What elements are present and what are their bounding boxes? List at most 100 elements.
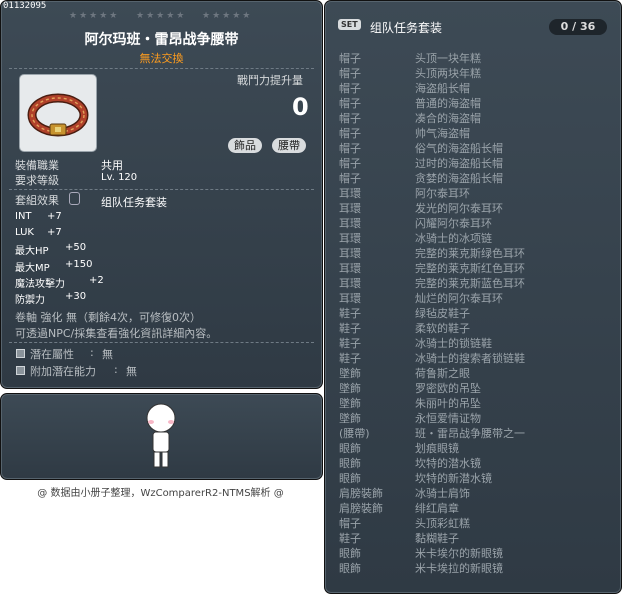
set-item-type: 帽子 (339, 142, 361, 155)
set-item-row: 眼飾 米卡埃拉的新眼镜 (339, 560, 609, 575)
set-item-name: 冰骑士的锁链鞋 (415, 337, 492, 350)
set-item-name: 贪婪的海盗船长帽 (415, 172, 503, 185)
star-group-3: ★★★★★ (202, 11, 253, 21)
job-value: 共用 (101, 159, 123, 172)
set-item-type: 眼飾 (339, 547, 361, 560)
set-item-name: 海盗船长帽 (415, 82, 470, 95)
additional-potential-value: 無 (126, 365, 137, 378)
set-item-row: 鞋子 柔软的鞋子 (339, 320, 609, 335)
enhance-hint: 可透過NPC/採集查看強化資訊詳細內容。 (15, 327, 218, 340)
set-item-name: 闪耀阿尔泰耳环 (415, 217, 492, 230)
set-item-type: 鞋子 (339, 352, 361, 365)
set-item-type: 耳環 (339, 247, 361, 260)
power-value: 0 (292, 93, 309, 121)
set-item-name: 绿毡皮鞋子 (415, 307, 470, 320)
potential-label: 潛在屬性 (30, 348, 74, 361)
set-item-name: 罗密欧的吊坠 (415, 382, 481, 395)
set-item-name: 冰骑士的搜索者锁链鞋 (415, 352, 525, 365)
set-item-type: 眼飾 (339, 562, 361, 575)
set-item-name: 完整的莱克斯蓝色耳环 (415, 277, 525, 290)
trade-status: 無法交換 (139, 52, 184, 65)
set-item-type: 耳環 (339, 232, 361, 245)
set-item-row: 肩膀裝飾 冰骑士肩饰 (339, 485, 609, 500)
set-item-type: 耳環 (339, 217, 361, 230)
set-badge: SET (338, 19, 361, 30)
set-item-type: 耳環 (339, 202, 361, 215)
set-item-row: 耳環 灿烂的阿尔泰耳环 (339, 290, 609, 305)
character-avatar (146, 403, 176, 468)
set-item-name: 头顶两块年糕 (415, 67, 481, 80)
item-tooltip-panel: 01132095 ★★★★★ ★★★★★ ★★★★★ 阿尔玛班・雷昂战争腰带 無… (0, 0, 323, 389)
set-item-row: 帽子 头顶一块年糕 (339, 50, 609, 65)
set-item-name: 完整的莱克斯红色耳环 (415, 262, 525, 275)
belt-icon (27, 93, 89, 137)
set-item-name: 朱丽叶的吊坠 (415, 397, 481, 410)
set-item-type: 墜飾 (339, 367, 361, 380)
set-item-row: 墜飾 荷鲁斯之眼 (339, 365, 609, 380)
set-item-row: 墜飾 永恒爱情证物 (339, 410, 609, 425)
set-list-panel: SET 组队任务套装 0 / 36 帽子 头顶一块年糕 帽子 头顶两块年糕 帽子 海盗船长… (324, 0, 622, 594)
set-item-name: 柔软的鞋子 (415, 322, 470, 335)
set-item-row: 帽子 普通的海盗帽 (339, 95, 609, 110)
footer-credit: @ 数据由小册子整理，WzComparerR2-NTMS解析 @ (37, 488, 284, 499)
set-item-name: 坎特的新潜水镜 (415, 472, 492, 485)
stat-value: +150 (65, 259, 93, 270)
set-item-type: 帽子 (339, 112, 361, 125)
stat-name: INT (15, 211, 32, 222)
stat-name: 最大HP (15, 246, 49, 257)
additional-potential-icon (16, 366, 25, 375)
set-item-type: 耳環 (339, 277, 361, 290)
set-item-row: 鞋子 黏糊鞋子 (339, 530, 609, 545)
set-item-row: 耳環 阿尔泰耳环 (339, 185, 609, 200)
set-item-name: 绯红肩章 (415, 502, 459, 515)
set-item-row: 耳環 闪耀阿尔泰耳环 (339, 215, 609, 230)
potential-icon (16, 349, 25, 358)
set-item-name: 凑合的海盗帽 (415, 112, 481, 125)
set-effect-label: 套組效果 (15, 194, 59, 207)
set-item-type: 眼飾 (339, 472, 361, 485)
set-item-row: 眼飾 划痕眼镜 (339, 440, 609, 455)
set-item-row: 耳環 发光的阿尔泰耳环 (339, 200, 609, 215)
set-item-type: 墜飾 (339, 382, 361, 395)
set-item-name: 过时的海盗船长帽 (415, 157, 503, 170)
set-item-row: 帽子 凑合的海盗帽 (339, 110, 609, 125)
set-item-row: 墜飾 朱丽叶的吊坠 (339, 395, 609, 410)
set-item-row: 眼飾 坎特的新潜水镜 (339, 470, 609, 485)
power-label: 戰鬥力提升量 (237, 74, 303, 87)
set-item-row: 帽子 俗气的海盗船长帽 (339, 140, 609, 155)
star-group-2: ★★★★★ (136, 11, 187, 21)
set-item-row: 鞋子 绿毡皮鞋子 (339, 305, 609, 320)
set-item-name: 普通的海盗帽 (415, 97, 481, 110)
additional-potential-label: 附加潛在能力 (30, 365, 96, 378)
item-icon-frame (19, 74, 97, 152)
set-item-row: 帽子 头顶彩虹糕 (339, 515, 609, 530)
stat-name: 魔法攻擊力 (15, 279, 65, 290)
set-item-type: 眼飾 (339, 442, 361, 455)
set-item-type: 墜飾 (339, 397, 361, 410)
set-item-type: 鞋子 (339, 307, 361, 320)
set-item-type: 耳環 (339, 292, 361, 305)
set-item-name: 米卡埃尔的新眼镜 (415, 547, 503, 560)
set-item-row: 眼飾 坎特的潜水镜 (339, 455, 609, 470)
level-label: 要求等級 (15, 174, 59, 187)
set-item-row: 眼飾 米卡埃尔的新眼镜 (339, 545, 609, 560)
set-item-row: 耳環 完整的莱克斯绿色耳环 (339, 245, 609, 260)
set-item-row: 耳環 冰骑士的冰项链 (339, 230, 609, 245)
set-item-type: 鞋子 (339, 532, 361, 545)
set-item-name: 划痕眼镜 (415, 442, 459, 455)
set-item-name: 荷鲁斯之眼 (415, 367, 470, 380)
set-item-type: 鞋子 (339, 322, 361, 335)
stat-value: +30 (65, 291, 87, 302)
set-item-row: 帽子 过时的海盗船长帽 (339, 155, 609, 170)
set-item-row: 帽子 头顶两块年糕 (339, 65, 609, 80)
scroll-info: 卷軸 強化 無（剩餘4次，可修復0次） (15, 311, 201, 324)
set-item-type: 鞋子 (339, 337, 361, 350)
set-item-row: 肩膀裝飾 绯红肩章 (339, 500, 609, 515)
set-item-name: 灿烂的阿尔泰耳环 (415, 292, 503, 305)
subcategory-tag: 腰帶 (272, 138, 306, 153)
set-item-type: 肩膀裝飾 (339, 487, 383, 500)
set-item-name: 黏糊鞋子 (415, 532, 459, 545)
set-item-type: 帽子 (339, 82, 361, 95)
set-item-name: 头顶彩虹糕 (415, 517, 470, 530)
set-item-row: 帽子 帅气海盗帽 (339, 125, 609, 140)
